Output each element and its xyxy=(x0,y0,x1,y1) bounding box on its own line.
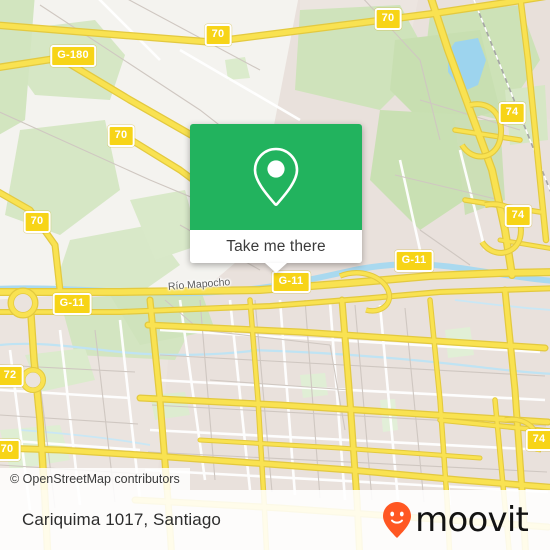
moovit-wordmark: moovit xyxy=(415,500,529,540)
address-label: Cariquima 1017, Santiago xyxy=(22,510,221,529)
bottom-bar: Cariquima 1017, Santiago moovit xyxy=(0,490,550,550)
map-screen: Río Mapocho 70 70 G-180 70 74 70 74 G-11 G-11 G-1… xyxy=(0,0,550,550)
popup-pointer-tail xyxy=(265,263,287,273)
road-shield: 72 xyxy=(0,365,24,387)
popup-icon-area xyxy=(190,124,362,230)
map-attribution[interactable]: © OpenStreetMap contributors xyxy=(0,468,190,490)
road-shield: 70 xyxy=(204,24,232,46)
road-shield: 70 xyxy=(23,211,51,233)
destination-popup-card[interactable]: Take me there xyxy=(190,124,362,273)
road-shield: G-11 xyxy=(271,271,311,293)
moovit-pin-smiley-icon xyxy=(383,502,412,538)
road-shield: 70 xyxy=(0,439,21,461)
road-shield: G-11 xyxy=(394,250,434,272)
popup-action-area[interactable]: Take me there xyxy=(190,230,362,273)
road-shield: 74 xyxy=(498,102,526,124)
road-shield: 74 xyxy=(504,205,532,227)
road-shield: G-11 xyxy=(52,293,92,315)
road-shield: G-180 xyxy=(50,45,96,67)
take-me-there-label: Take me there xyxy=(226,237,326,255)
road-shield: 70 xyxy=(107,125,135,147)
map-pin-icon xyxy=(253,147,299,206)
road-shield: 70 xyxy=(374,8,402,30)
moovit-logo[interactable]: moovit xyxy=(382,500,529,540)
attribution-text: © OpenStreetMap contributors xyxy=(10,472,180,486)
road-shield: 74 xyxy=(525,429,550,451)
